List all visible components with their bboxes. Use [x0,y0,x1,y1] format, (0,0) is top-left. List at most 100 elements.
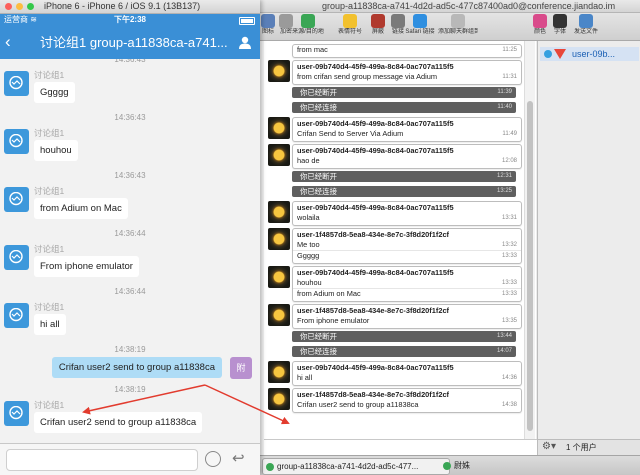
participant-name: user-09b... [572,49,616,59]
message-time: 11:25 [502,47,517,53]
send-file-icon [579,14,593,28]
status-text: 你已经断开 [300,332,337,341]
status-time: 14:07 [496,348,512,354]
message-line: from Adium on Mac 13:33 [293,288,521,299]
message-text: Crifan user2 send to group a11838ca [297,400,419,409]
message-line: From iphone emulator 13:35 [293,316,521,326]
tab-contact[interactable]: 尉姝 [440,458,494,473]
bookmark-icon [451,14,465,28]
received-bubble[interactable]: Crifan user2 send to group a11838ca [34,412,203,433]
status-message: 你已经连接 14:07 [292,346,516,357]
sender-name: user-1f4857d8-5ea8-434e-8e7c-3f8d20f1f2c… [297,306,450,315]
message-text: Ggggg [297,251,320,260]
group-avatar [4,245,29,270]
message-timestamp: 14:36:43 [114,59,146,64]
message-time: 13:31 [501,215,517,221]
message-time: 12:08 [501,158,517,164]
minimize-button[interactable] [16,3,23,10]
status-time: 13:44 [496,333,512,339]
simulator-title: iPhone 6 - iPhone 6 / iOS 9.1 (13B137) [44,1,201,11]
sender-avatar [268,228,290,250]
sent-bubble[interactable]: Crifan user2 send to group a11838ca [51,357,222,378]
adium-window-title: group-a11838ca-a741-4d2d-ad5c-477c87400a… [322,1,616,11]
message-scrollbar[interactable] [524,41,535,439]
adium-title-bar: group-a11838ca-a741-4d2d-ad5c-477c87400a… [256,0,640,13]
tab-group-chat[interactable]: group-a11838ca-a741-4d2d-ad5c-477... [262,458,450,475]
toolbar-button[interactable]: 发送文件 [566,14,606,37]
conversation-title: 讨论组1 group-a11838ca-a741... [40,35,228,50]
user-count-bar: ⚙▾ 1 个用户 [537,439,640,456]
status-text: 你已经连接 [300,347,337,356]
sender-name: user-09b740d4-45f9-499a-8c84-0ac707a115f… [297,119,454,128]
emoji-icon[interactable] [205,451,221,467]
battery-icon [239,17,255,25]
status-time: 13:25 [496,188,512,194]
gear-icon[interactable]: ⚙▾ [542,441,556,452]
message-bubble: user-1f4857d8-5ea8-434e-8e7c-3f8d20f1f2c… [292,304,522,329]
received-bubble[interactable]: from Adium on Mac [34,198,128,219]
profile-icon[interactable] [239,36,251,49]
sender-name: 讨论组1 [34,302,65,312]
back-chevron-icon[interactable]: ‹ [5,33,19,51]
ios-status-bar: 运营商 ≋ 下午2:38 [0,14,260,26]
toolbar-label: 添加聊天群组到收藏 [438,29,478,35]
adium-message-input[interactable] [264,439,537,456]
message-bubble: user-09b740d4-45f9-499a-8c84-0ac707a115f… [292,201,522,226]
status-time: 11:39 [497,89,512,95]
sender-name: user-1f4857d8-5ea8-434e-8e7c-3f8d20f1f2c… [297,390,450,399]
status-time: 12:31 [496,173,512,179]
message-text: houhou [297,278,322,287]
toolbar-button[interactable]: 来源/目的地 [288,14,328,37]
message-timestamp: 14:36:44 [114,287,146,296]
participant-list: user-09b... [537,41,640,439]
toolbar-label: Safari 链接 [405,29,435,35]
sender-avatar [268,60,290,82]
adium-chat-window: group-a11838ca-a741-4d2d-ad5c-477c87400a… [256,0,640,475]
navigation-bar: ‹ 讨论组1 group-a11838ca-a741... [0,26,260,59]
message-timestamp: 14:38:19 [114,345,146,354]
message-line: Me too 13:32 [293,240,521,250]
adium-toolbar: 图标加密来源/目的地表情符号屏蔽链接Safari 链接添加聊天群组到收藏颜色字体… [256,13,640,41]
status-message: 你已经断开 12:31 [292,171,516,182]
sender-name: 讨论组1 [34,244,65,254]
simulator-title-bar: iPhone 6 - iPhone 6 / iOS 9.1 (13B137) [0,0,260,14]
message-bubble: user-09b740d4-45f9-499a-8c84-0ac707a115f… [292,266,522,302]
message-text: from crifan send group message via Adium [297,72,438,81]
message-line: wolaila 13:31 [293,213,521,223]
sender-avatar [268,388,290,410]
sender-name: user-09b740d4-45f9-499a-8c84-0ac707a115f… [297,268,454,277]
status-text: 你已经断开 [300,88,337,97]
message-line: hao de 12:08 [293,156,521,166]
chat-message-list[interactable]: 14:36:43 讨论组1 Ggggg 14:36:43 讨论组1 houhou 14:36… [0,59,260,443]
message-time: 13:32 [501,242,517,248]
received-bubble[interactable]: houhou [34,140,78,161]
message-timestamp: 14:36:44 [114,229,146,238]
message-text: hao de [297,156,320,165]
expand-icon[interactable] [544,50,552,58]
font-icon [553,14,567,28]
message-bubble: user-09b740d4-45f9-499a-8c84-0ac707a115f… [292,144,522,169]
message-bubble: user-1f4857d8-5ea8-434e-8e7c-3f8d20f1f2c… [292,388,522,413]
toolbar-button[interactable]: 添加聊天群组到收藏 [438,14,478,37]
chat-input-bar: ↩ [0,443,260,475]
sender-avatar [268,144,290,166]
ios-simulator-window: iPhone 6 - iPhone 6 / iOS 9.1 (13B137) 运… [0,0,260,475]
message-timestamp: 14:36:43 [114,113,146,122]
zoom-button[interactable] [27,3,34,10]
send-icon[interactable]: ↩ [232,450,245,468]
close-button[interactable] [5,3,12,10]
message-time: 14:36 [501,375,517,381]
scrollbar-thumb[interactable] [527,101,533,431]
sender-avatar [268,201,290,223]
message-input[interactable] [6,449,198,471]
sender-name: user-09b740d4-45f9-499a-8c84-0ac707a115f… [297,363,454,372]
participant-row[interactable]: user-09b... [540,47,639,61]
received-bubble[interactable]: hi all [34,314,66,335]
message-bubble: user-09b740d4-45f9-499a-8c84-0ac707a115f… [292,117,522,142]
message-text: Me too [297,240,320,249]
received-bubble[interactable]: From iphone emulator [34,256,139,277]
message-line: hi all 14:36 [293,373,521,383]
received-bubble[interactable]: Ggggg [34,82,75,103]
toolbar-button[interactable]: Safari 链接 [400,14,440,37]
sender-name: user-09b740d4-45f9-499a-8c84-0ac707a115f… [297,203,454,212]
